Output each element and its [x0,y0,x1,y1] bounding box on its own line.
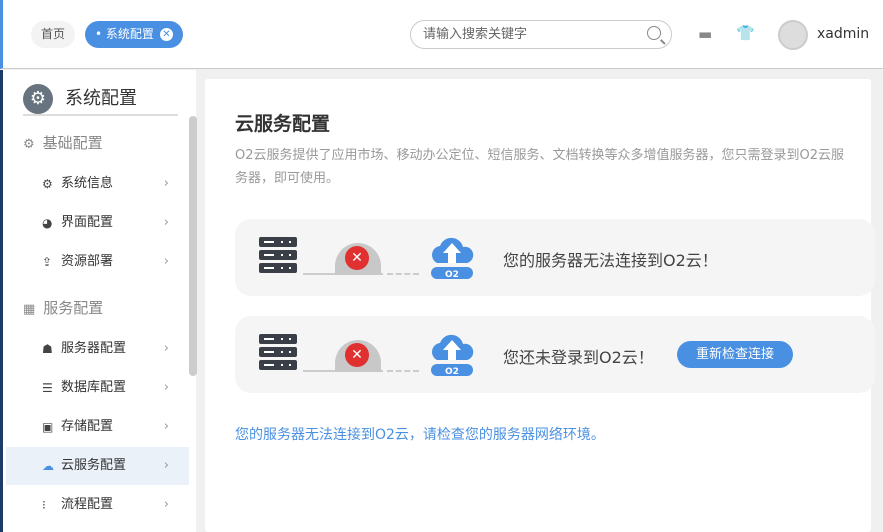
gear-icon: ⚙ [23,84,53,114]
error-icon: ✕ [345,343,369,367]
sidebar-item-storage[interactable]: ▣ 存储配置 › [6,408,189,446]
item-label: 数据库配置 [61,380,127,395]
item-label: 服务器配置 [61,341,127,356]
group-label: 服务配置 [43,299,104,317]
item-label: 流程配置 [61,497,114,512]
sidebar-title-label: 系统配置 [65,88,137,109]
server-icon [259,334,297,373]
sidebar-item-system-info[interactable]: ⚙ 系统信息 › [6,165,189,203]
sidebar-item-flow[interactable]: ⁝ 流程配置 › [6,486,189,524]
o2-badge: O2 [445,367,459,377]
cloud-upload-icon: O2 [431,237,474,280]
close-icon[interactable]: ✕ [159,28,173,41]
status-message: 您还未登录到O2云！ [503,348,654,367]
status-card-connection: ✕ O2 您的服务器无法连接到O2云！ [235,219,875,296]
username[interactable]: xadmin [817,26,869,42]
tab-home[interactable]: 首页 [31,21,76,48]
tab-system-config[interactable]: • 系统配置 ✕ [85,21,183,48]
page-title: 云服务配置 [235,113,331,135]
sidebar-item-server[interactable]: ☗ 服务器配置 › [6,330,189,368]
o2-badge: O2 [445,270,459,280]
database-icon: ☰ [42,381,53,395]
item-label: 资源部署 [61,254,114,269]
search-icon[interactable] [647,26,661,40]
cloud-upload-icon: O2 [431,334,474,377]
tab-label: 系统配置 [105,27,154,41]
server-icon: ▦ [23,302,36,317]
flow-icon: ⁝ [42,498,46,512]
search-placeholder: 请输入搜索关键字 [423,27,528,42]
chevron-right-icon: › [163,458,169,473]
group-label: 基础配置 [42,134,103,152]
chevron-right-icon: › [163,215,169,230]
recheck-connection-button[interactable]: 重新检查连接 [677,341,793,368]
group-basic: ⚙ 基础配置 [23,132,103,153]
item-label: 存储配置 [61,419,114,434]
cloud-icon: ☁ [42,459,54,473]
storage-icon: ▣ [42,420,54,434]
message-icon[interactable]: ▬ [698,25,712,43]
server-icon: ☗ [42,342,53,356]
gear-icon: ⚙ [23,137,35,152]
dashed-line [387,273,419,275]
item-label: 云服务配置 [61,458,127,473]
network-note: 您的服务器无法连接到O2云，请检查您的服务器网络环境。 [235,427,605,443]
avatar[interactable] [778,20,808,50]
sidebar-scrollbar[interactable] [189,116,197,376]
description: O2云服务提供了应用市场、移动办公定位、短信服务、文档转换等众多增值服务器，您只… [235,148,845,186]
error-icon: ✕ [345,246,369,270]
chevron-right-icon: › [163,254,169,269]
chevron-right-icon: › [163,419,169,434]
upload-icon: ⇪ [42,255,53,269]
sidebar: ⚙ 系统配置 ⚙ 基础配置 ⚙ 系统信息 › ◕ 界面配置 › ⇪ 资源部署 › ▦ 服务配置 ☗… [0,70,197,532]
item-label: 界面配置 [61,215,114,230]
skin-icon[interactable]: 👕 [736,24,755,42]
search-input[interactable]: 请输入搜索关键字 [410,20,672,49]
chevron-right-icon: › [163,176,169,191]
item-label: 系统信息 [61,176,114,191]
sidebar-item-database[interactable]: ☰ 数据库配置 › [6,369,189,407]
top-bar: 首页 • 系统配置 ✕ 请输入搜索关键字 ▬ 👕 xadmin [0,0,883,69]
sidebar-item-deploy[interactable]: ⇪ 资源部署 › [6,243,189,281]
server-icon [259,237,297,276]
chevron-right-icon: › [163,497,169,512]
status-message: 您的服务器无法连接到O2云！ [503,251,718,270]
main-panel: 云服务配置 O2云服务提供了应用市场、移动办公定位、短信服务、文档转换等众多增值… [205,79,875,532]
palette-icon: ◕ [42,216,53,230]
dashed-line [387,370,419,372]
gear-icon: ⚙ [42,177,53,191]
group-service: ▦ 服务配置 [23,297,103,318]
sidebar-item-cloud[interactable]: ☁ 云服务配置 › [6,447,189,485]
status-card-login: ✕ O2 您还未登录到O2云！ 重新检查连接 [235,316,875,393]
sidebar-title: ⚙ 系统配置 [23,84,178,116]
sidebar-item-ui-config[interactable]: ◕ 界面配置 › [6,204,189,242]
chevron-right-icon: › [163,380,169,395]
chevron-right-icon: › [163,341,169,356]
